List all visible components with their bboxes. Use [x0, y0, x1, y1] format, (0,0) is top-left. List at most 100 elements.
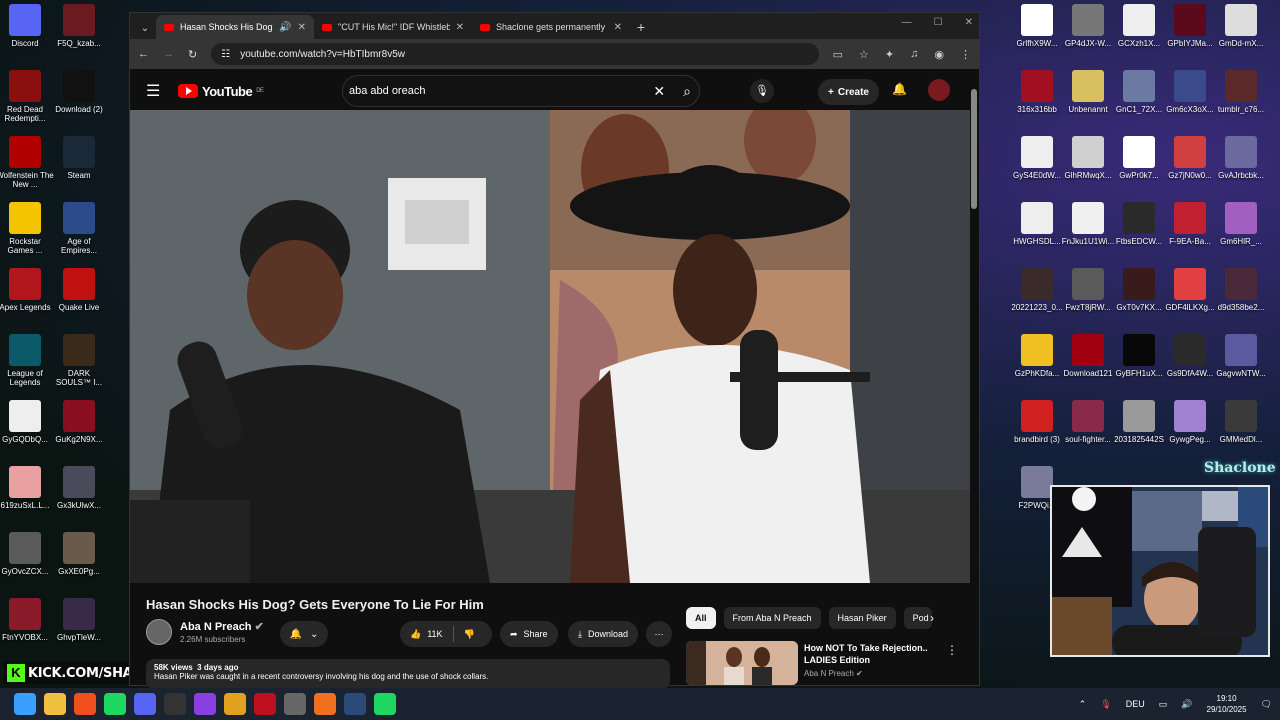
- desktop-icon[interactable]: 20221223_0...: [1008, 268, 1066, 312]
- spotify-2-icon[interactable]: [374, 693, 396, 715]
- desktop-icon[interactable]: DARK SOULS™ I...: [50, 334, 108, 387]
- youtube-logo[interactable]: YouTube DE: [178, 84, 264, 99]
- desktop-icon[interactable]: Gm6HlR_...: [1212, 202, 1270, 246]
- desktop-icon[interactable]: GyGQDbQ...: [0, 400, 54, 444]
- new-tab-button[interactable]: +: [630, 15, 652, 39]
- desktop-icon[interactable]: soul-fighter...: [1059, 400, 1117, 444]
- page-scrollbar[interactable]: [971, 83, 977, 683]
- like-count[interactable]: 11K: [427, 629, 442, 639]
- desktop-icon[interactable]: brandbird (3): [1008, 400, 1066, 444]
- app-red-icon[interactable]: [254, 693, 276, 715]
- notification-icon[interactable]: 🗨: [1261, 699, 1272, 710]
- voice-search-mic-icon[interactable]: 🎙: [750, 79, 774, 103]
- desktop-icon[interactable]: Steam: [50, 136, 108, 180]
- desktop-icon[interactable]: GnC1_72X...: [1110, 70, 1168, 114]
- network-icon[interactable]: ▭: [1159, 699, 1168, 710]
- desktop-icon[interactable]: 2031825442S: [1110, 400, 1168, 444]
- clock[interactable]: 19:10 29/10/2025: [1207, 693, 1247, 715]
- desktop-icon[interactable]: GyOvcZCX...: [0, 532, 54, 576]
- recommended-thumbnail[interactable]: [686, 641, 798, 685]
- desktop-icon[interactable]: FtbsEDCW...: [1110, 202, 1168, 246]
- video-player[interactable]: [130, 110, 970, 583]
- desktop-icon[interactable]: 316x316bb: [1008, 70, 1066, 114]
- desktop-icon[interactable]: GxT0v7KX...: [1110, 268, 1168, 312]
- steam-icon[interactable]: [344, 693, 366, 715]
- search-icon[interactable]: ⌕: [683, 83, 691, 100]
- recommended-more-icon[interactable]: ⋮: [946, 643, 958, 657]
- close-tab-icon[interactable]: ✕: [456, 22, 464, 33]
- desktop-icon[interactable]: Age of Empires...: [50, 202, 108, 255]
- desktop-icon[interactable]: Gx3kUlwX...: [50, 466, 108, 510]
- desktop-icon[interactable]: Quake Live: [50, 268, 108, 312]
- guide-menu-icon[interactable]: ☰: [146, 81, 166, 101]
- desktop-icon[interactable]: GlhRMwqX...: [1059, 136, 1117, 180]
- desktop-icon[interactable]: GwPr0k7...: [1110, 136, 1168, 180]
- desktop-icon[interactable]: GmDd-mX...: [1212, 4, 1270, 48]
- tray-overflow-chevron-icon[interactable]: ⌃: [1079, 699, 1087, 710]
- desktop-icon[interactable]: F-9EA-Ba...: [1161, 202, 1219, 246]
- share-button[interactable]: ➦ Share: [500, 621, 558, 647]
- channel-avatar[interactable]: [146, 619, 172, 645]
- desktop-icon[interactable]: GDF4lLKXg...: [1161, 268, 1219, 312]
- brave-browser-icon[interactable]: [74, 693, 96, 715]
- notifications-bell-icon[interactable]: 🔔: [892, 82, 907, 96]
- address-bar[interactable]: ☷ youtube.com/watch?v=HbTIbmr8v5w: [211, 43, 819, 65]
- bookmark-star-icon[interactable]: ☆: [859, 48, 869, 61]
- close-window-icon[interactable]: ✕: [965, 17, 973, 28]
- desktop-icon[interactable]: Discord: [0, 4, 54, 48]
- desktop-icon[interactable]: GhvpTleW...: [50, 598, 108, 642]
- search-box[interactable]: ✕ ⌕: [342, 75, 700, 107]
- close-tab-icon[interactable]: ✕: [614, 22, 622, 33]
- desktop-icon[interactable]: GCXzh1X...: [1110, 4, 1168, 48]
- desktop-icon[interactable]: FnJku1U1Wi...: [1059, 202, 1117, 246]
- desktop-icon[interactable]: tumblr_c76...: [1212, 70, 1270, 114]
- desktop-icon[interactable]: FtnYVOBX...: [0, 598, 54, 642]
- desktop-icon[interactable]: GxXE0Pg...: [50, 532, 108, 576]
- desktop-icon[interactable]: Download (2): [50, 70, 108, 114]
- desktop-icon[interactable]: GzPhKDfa...: [1008, 334, 1066, 378]
- desktop-icon[interactable]: d9d358be2...: [1212, 268, 1270, 312]
- discord-icon[interactable]: [134, 693, 156, 715]
- game-app-icon[interactable]: [284, 693, 306, 715]
- menu-kebab-icon[interactable]: ⋮: [960, 48, 971, 61]
- desktop-icon[interactable]: Red Dead Redempti...: [0, 70, 54, 123]
- create-button[interactable]: + Create: [818, 79, 879, 105]
- chip-next-arrow-icon[interactable]: ›: [930, 611, 934, 625]
- reload-icon[interactable]: ↻: [188, 48, 197, 61]
- chip-all[interactable]: All: [686, 607, 716, 629]
- language-indicator[interactable]: DEU: [1126, 699, 1145, 709]
- chip-from-channel[interactable]: From Aba N Preach: [723, 607, 821, 629]
- desktop-icon[interactable]: GuKg2N9X...: [50, 400, 108, 444]
- extensions-puzzle-icon[interactable]: ✦: [885, 48, 894, 61]
- desktop-icon[interactable]: F5Q_kzab...: [50, 4, 108, 48]
- tab-cut-his-mic[interactable]: "CUT His Mic!" IDF Whistleblow ✕: [314, 15, 472, 39]
- desktop-icon[interactable]: 619zuSxL.L...: [0, 466, 54, 510]
- volume-icon[interactable]: 🔊: [1181, 699, 1192, 710]
- desktop-icon[interactable]: Gm6cX3oX...: [1161, 70, 1219, 114]
- desktop-icon[interactable]: Download121: [1059, 334, 1117, 378]
- spotify-icon[interactable]: [104, 693, 126, 715]
- desktop-icon[interactable]: Apex Legends: [0, 268, 54, 312]
- recommended-video[interactable]: How NOT To Take Rejection.. LADIES Editi…: [686, 641, 966, 685]
- desktop-icon[interactable]: GyBFH1uX...: [1110, 334, 1168, 378]
- desktop-icon[interactable]: GvAJrbcbk...: [1212, 136, 1270, 180]
- desktop-icon[interactable]: GPbIYJMa...: [1161, 4, 1219, 48]
- media-control-icon[interactable]: ♫: [910, 48, 918, 61]
- desktop-icon[interactable]: Gs9DfA4W...: [1161, 334, 1219, 378]
- like-icon[interactable]: 👍: [410, 629, 421, 640]
- description-box[interactable]: 58K views 3 days ago Hasan Piker was cau…: [146, 659, 670, 688]
- desktop-icon[interactable]: GagvwNTW...: [1212, 334, 1270, 378]
- account-avatar[interactable]: [928, 79, 950, 101]
- desktop-icon[interactable]: FwzT8jRW...: [1059, 268, 1117, 312]
- channel-name[interactable]: Aba N Preach ✔: [180, 620, 264, 633]
- dislike-icon[interactable]: 👎: [464, 629, 475, 640]
- speaker-icon[interactable]: 🔊: [279, 22, 291, 33]
- brave-browser-2-icon[interactable]: [314, 693, 336, 715]
- desktop-icon[interactable]: Gz7jN0w0...: [1161, 136, 1219, 180]
- download-button[interactable]: ⤓ Download: [568, 621, 639, 647]
- chip-podcast[interactable]: Pod: [903, 607, 932, 629]
- tab-search-chevron-icon[interactable]: ⌄: [134, 17, 156, 39]
- subscription-bell-button[interactable]: 🔔 ⌄: [280, 621, 328, 647]
- forward-arrow-icon[interactable]: →: [163, 48, 174, 60]
- obs-icon[interactable]: [164, 693, 186, 715]
